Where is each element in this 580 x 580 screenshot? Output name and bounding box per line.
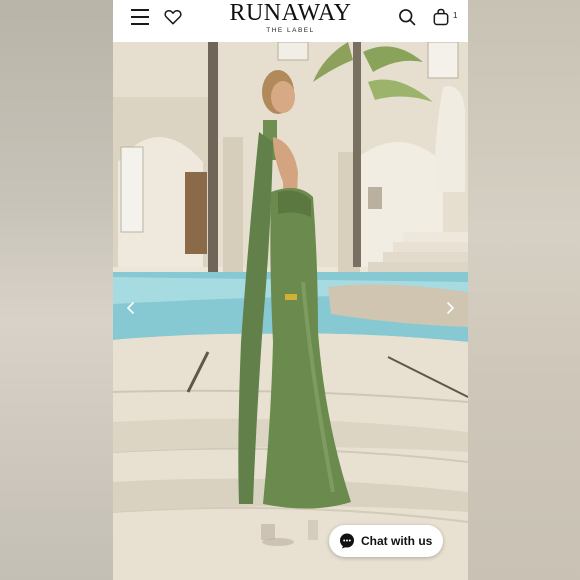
blurred-background-left xyxy=(0,0,113,580)
chevron-left-icon[interactable] xyxy=(123,300,139,316)
site-header: RUNAWAY THE LABEL 1 xyxy=(113,0,468,42)
logo-sub: THE LABEL xyxy=(266,27,315,34)
search-icon[interactable] xyxy=(397,7,417,27)
blurred-background-right xyxy=(468,0,580,580)
chat-button[interactable]: Chat with us xyxy=(329,525,443,557)
product-photo xyxy=(113,42,468,580)
chat-label: Chat with us xyxy=(361,534,433,548)
product-image[interactable]: Chat with us xyxy=(113,42,468,580)
cart-icon[interactable] xyxy=(431,7,451,27)
cart-count-badge: 1 xyxy=(453,11,458,20)
chevron-right-icon[interactable] xyxy=(442,300,458,316)
phone-screen: RUNAWAY THE LABEL 1 Chat with us xyxy=(113,0,468,580)
chat-bubble-icon xyxy=(340,533,354,549)
